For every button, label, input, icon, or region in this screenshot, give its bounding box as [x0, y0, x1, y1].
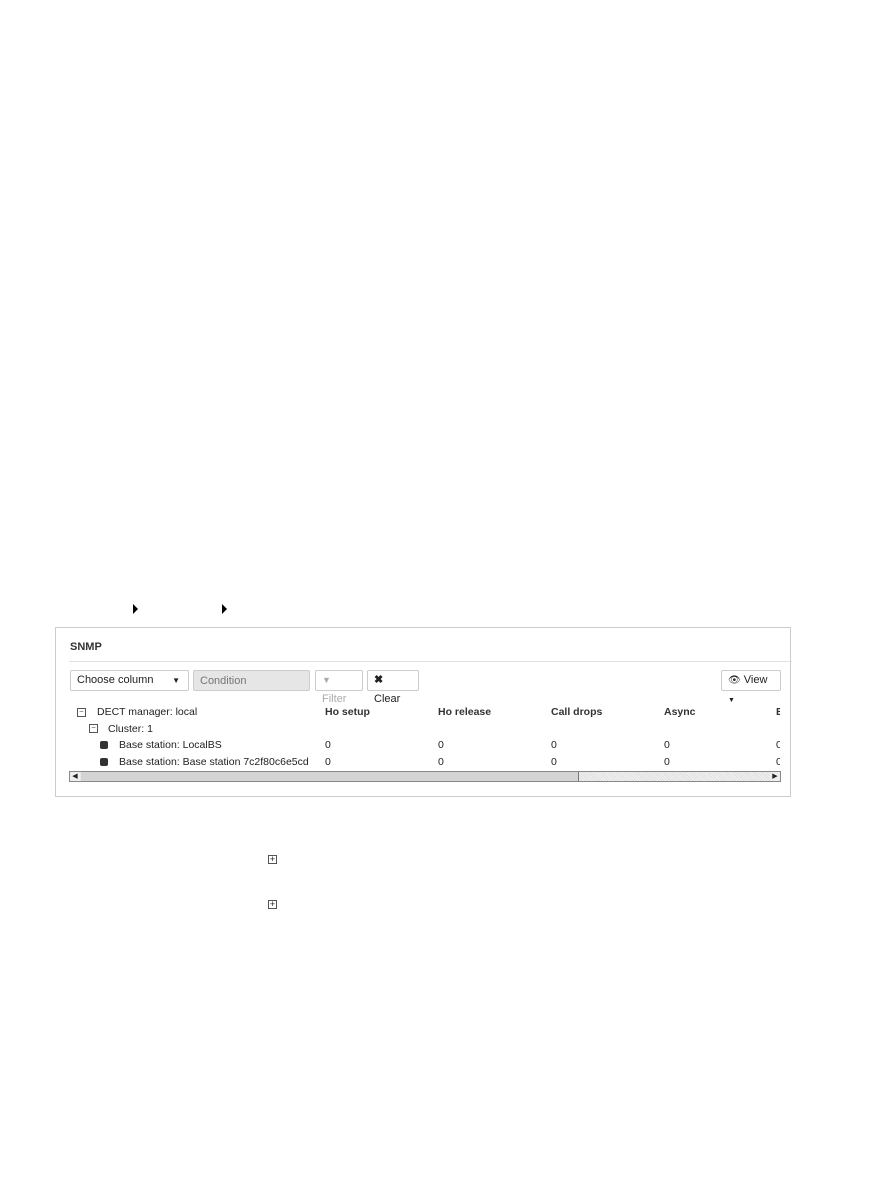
scrollbar-thumb[interactable]	[81, 772, 579, 781]
scroll-right-arrow-icon[interactable]: ▶	[770, 772, 780, 781]
horizontal-scrollbar[interactable]: ◀ ▶	[69, 771, 781, 782]
cell-value: 0	[776, 756, 780, 768]
cell-value: 0	[438, 739, 444, 751]
breadcrumb-arrow-icon	[133, 604, 138, 614]
column-header[interactable]: Call drops	[551, 706, 602, 718]
plus-box-icon: +	[268, 854, 277, 864]
cell-value: 0	[664, 739, 670, 751]
column-header[interactable]: Ho setup	[325, 706, 370, 718]
cell-value: 0	[664, 756, 670, 768]
cell-value: 0	[438, 756, 444, 768]
cell-value: 0	[325, 756, 331, 768]
cell-value: 0	[325, 739, 331, 751]
cell-value: 0	[776, 739, 780, 751]
cell-value: 0	[551, 756, 557, 768]
column-header[interactable]: Ho release	[438, 706, 491, 718]
cell-value: 0	[551, 739, 557, 751]
snmp-panel: SNMP Choose column ▼ ▼ Filter ✖ Clear 👁 …	[55, 627, 792, 797]
plus-box-icon: +	[268, 899, 277, 909]
column-header[interactable]: Async	[664, 706, 696, 718]
breadcrumb-arrow-icon	[222, 604, 227, 614]
scroll-left-arrow-icon[interactable]: ◀	[70, 772, 80, 781]
column-header[interactable]: B	[776, 706, 780, 718]
